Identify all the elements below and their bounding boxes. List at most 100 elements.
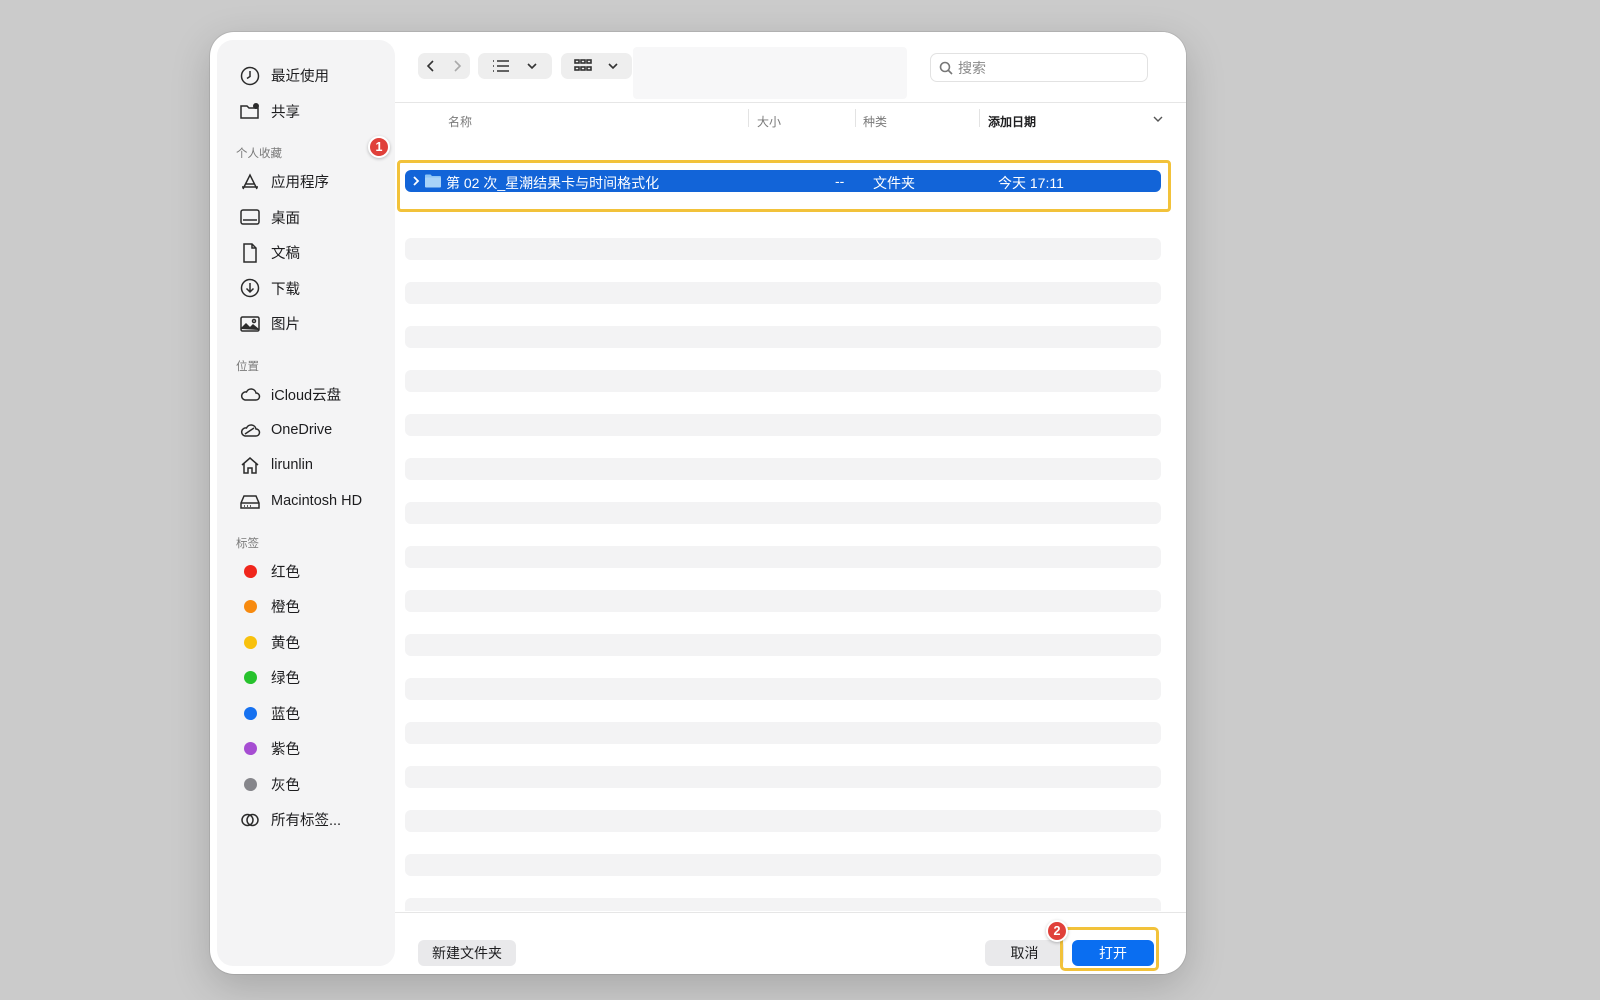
column-date-added[interactable]: 添加日期 <box>988 113 1036 130</box>
sidebar-item-downloads[interactable]: 下载 <box>217 271 395 307</box>
sidebar-item-label: Macintosh HD <box>271 492 363 509</box>
tag-gray-dot-icon <box>243 777 257 791</box>
sidebar-tag-green[interactable]: 绿色 <box>217 660 395 696</box>
search-field[interactable] <box>930 53 1148 82</box>
sidebar-item-macintosh-hd[interactable]: Macintosh HD <box>217 483 395 519</box>
column-size[interactable]: 大小 <box>757 113 781 130</box>
tag-yellow-dot-icon <box>243 635 257 649</box>
disk-icon <box>239 490 261 512</box>
sidebar-item-pictures[interactable]: 图片 <box>217 306 395 342</box>
empty-row <box>405 458 1161 480</box>
apps-icon <box>239 171 261 193</box>
column-name[interactable]: 名称 <box>448 113 472 130</box>
sidebar-item-label: 橙色 <box>271 600 300 617</box>
search-icon <box>939 61 953 75</box>
list-view-icon <box>493 60 509 72</box>
sidebar-item-label: 红色 <box>271 564 300 581</box>
empty-row <box>405 546 1161 568</box>
sidebar-tag-purple[interactable]: 紫色 <box>217 731 395 767</box>
sidebar-item-label: 所有标签... <box>271 813 342 830</box>
sidebar-item-onedrive[interactable]: OneDrive <box>217 412 395 448</box>
search-input[interactable] <box>958 59 1138 76</box>
onedrive-icon <box>239 419 261 441</box>
column-header: 名称 大小 种类 添加日期 <box>395 102 1186 129</box>
empty-row <box>405 238 1161 260</box>
sidebar-item-label: 灰色 <box>271 777 300 794</box>
empty-row <box>405 414 1161 436</box>
home-icon <box>239 454 261 476</box>
cloud-icon <box>239 383 261 405</box>
sidebar-item-applications[interactable]: 应用程序 <box>217 164 395 200</box>
sidebar-item-label: 蓝色 <box>271 706 300 723</box>
sidebar-item-desktop[interactable]: 桌面 <box>217 200 395 236</box>
empty-row <box>405 810 1161 832</box>
sidebar-tag-blue[interactable]: 蓝色 <box>217 696 395 732</box>
empty-row <box>405 766 1161 788</box>
empty-row <box>405 370 1161 392</box>
open-file-dialog: 最近使用 共享 个人收藏 应用程序 桌面 文稿 下载 图片 位置 iCloud云… <box>210 32 1186 974</box>
tag-blue-dot-icon <box>243 706 257 720</box>
tag-green-dot-icon <box>243 671 257 685</box>
column-kind[interactable]: 种类 <box>863 113 887 130</box>
bottom-bar: 新建文件夹 取消 打开 <box>395 912 1186 974</box>
empty-row <box>405 854 1161 876</box>
download-icon <box>239 277 261 299</box>
shared-folder-icon <box>239 100 261 122</box>
sidebar-item-label: 文稿 <box>271 246 300 263</box>
sidebar-all-tags[interactable]: 所有标签... <box>217 802 395 838</box>
sort-descending-icon <box>1153 116 1163 122</box>
empty-row <box>405 326 1161 348</box>
sidebar-item-label: 应用程序 <box>271 175 329 192</box>
empty-row <box>405 898 1161 911</box>
annotation-highlight-1 <box>397 160 1171 212</box>
new-folder-button[interactable]: 新建文件夹 <box>418 940 516 966</box>
sidebar-item-label: 黄色 <box>271 635 300 652</box>
sidebar-item-label: OneDrive <box>271 421 333 438</box>
forward-button[interactable] <box>444 53 470 79</box>
empty-row <box>405 502 1161 524</box>
sidebar-tag-yellow[interactable]: 黄色 <box>217 625 395 661</box>
empty-row <box>405 634 1161 656</box>
sidebar-item-label: iCloud云盘 <box>271 387 342 404</box>
empty-row <box>405 590 1161 612</box>
all-tags-icon <box>239 809 261 831</box>
group-by-dropdown[interactable] <box>561 53 632 79</box>
sidebar-tag-gray[interactable]: 灰色 <box>217 767 395 803</box>
sidebar-tag-orange[interactable]: 橙色 <box>217 589 395 625</box>
open-button[interactable]: 打开 <box>1072 940 1154 966</box>
chevron-left-icon <box>426 60 434 72</box>
sidebar-tag-red[interactable]: 红色 <box>217 554 395 590</box>
empty-row <box>405 678 1161 700</box>
empty-row <box>405 282 1161 304</box>
picture-icon <box>239 313 261 335</box>
desktop-icon <box>239 206 261 228</box>
annotation-badge-2: 2 <box>1046 920 1068 942</box>
clock-icon <box>239 65 261 87</box>
locations-section-title: 位置 <box>236 360 259 373</box>
back-button[interactable] <box>418 53 444 79</box>
tag-red-dot-icon <box>243 564 257 578</box>
chevron-right-icon <box>454 60 462 72</box>
empty-row <box>405 722 1161 744</box>
sidebar-item-home[interactable]: lirunlin <box>217 448 395 484</box>
path-area <box>633 47 907 99</box>
annotation-badge-1: 1 <box>368 136 390 158</box>
cancel-button[interactable]: 取消 <box>985 940 1064 966</box>
sidebar-item-label: 下载 <box>271 281 300 298</box>
list-view-dropdown[interactable] <box>478 53 552 79</box>
sidebar-item-label: 共享 <box>271 104 300 121</box>
tags-section-title: 标签 <box>236 537 259 550</box>
sidebar-item-recents[interactable]: 最近使用 <box>217 58 395 94</box>
toolbar <box>395 32 1186 102</box>
file-list: 第 02 次_星潮结果卡与时间格式化 -- 文件夹 今天 17:11 <box>395 129 1186 911</box>
sidebar-item-label: 绿色 <box>271 671 300 688</box>
sidebar-item-label: 桌面 <box>271 210 300 227</box>
sidebar-item-label: 紫色 <box>271 742 300 759</box>
sidebar-item-label: 最近使用 <box>271 69 329 86</box>
sidebar: 最近使用 共享 个人收藏 应用程序 桌面 文稿 下载 图片 位置 iCloud云… <box>217 40 395 966</box>
tag-purple-dot-icon <box>243 742 257 756</box>
sidebar-item-label: lirunlin <box>271 457 313 474</box>
sidebar-item-shared[interactable]: 共享 <box>217 94 395 130</box>
sidebar-item-documents[interactable]: 文稿 <box>217 235 395 271</box>
sidebar-item-icloud[interactable]: iCloud云盘 <box>217 377 395 413</box>
